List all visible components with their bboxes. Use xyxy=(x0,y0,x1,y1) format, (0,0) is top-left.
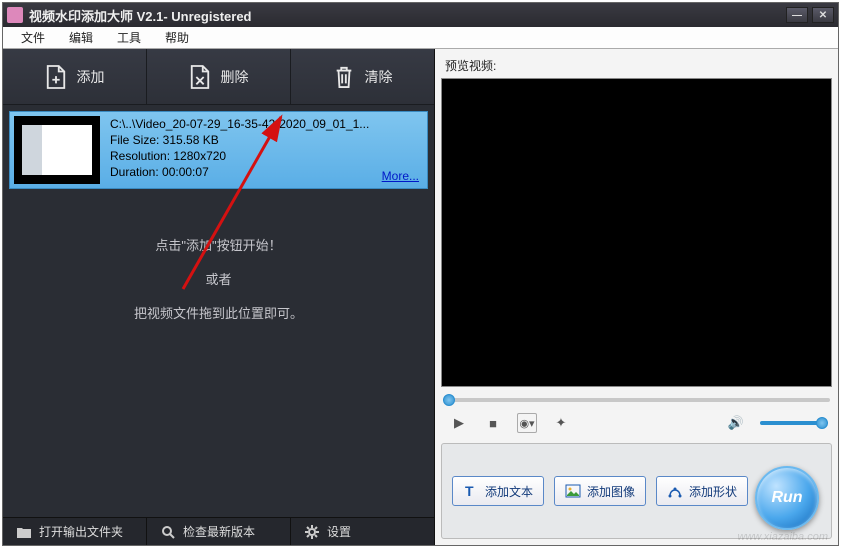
drop-hints: 点击"添加"按钮开始！ 或者 把视频文件拖到此位置即可。 xyxy=(3,229,434,331)
window-title: 视频水印添加大师 V2.1- Unregistered xyxy=(29,6,786,25)
window-buttons: — ✕ xyxy=(786,7,834,23)
file-list[interactable]: C:\..\Video_20-07-29_16-35-42(2020_09_01… xyxy=(3,105,434,517)
clear-button[interactable]: 清除 xyxy=(291,49,434,105)
hint-line-3: 把视频文件拖到此位置即可。 xyxy=(3,297,434,331)
settings-label: 设置 xyxy=(327,523,351,540)
site-watermark: www.xiazaiba.com xyxy=(738,531,828,543)
playback-controls: ▶ ■ ◉▾ ✦ 🔊 xyxy=(441,409,832,437)
menu-edit[interactable]: 编辑 xyxy=(57,29,105,46)
app-icon xyxy=(7,7,23,23)
add-text-label: 添加文本 xyxy=(485,483,533,500)
file-size: File Size: 315.58 KB xyxy=(110,132,421,148)
hint-line-2: 或者 xyxy=(3,263,434,297)
volume-slider[interactable] xyxy=(760,421,824,425)
delete-button[interactable]: 删除 xyxy=(147,49,291,105)
right-panel: 预览视频: ▶ ■ ◉▾ ✦ 🔊 T 添加 xyxy=(435,49,838,545)
main-toolbar: 添加 删除 清除 xyxy=(3,49,434,105)
add-button[interactable]: 添加 xyxy=(3,49,147,105)
folder-icon xyxy=(17,526,31,538)
play-button[interactable]: ▶ xyxy=(449,413,469,433)
video-thumbnail xyxy=(14,116,100,184)
timeline[interactable] xyxy=(443,393,830,407)
add-image-label: 添加图像 xyxy=(587,483,635,500)
file-item[interactable]: C:\..\Video_20-07-29_16-35-42(2020_09_01… xyxy=(9,111,428,189)
add-button-label: 添加 xyxy=(77,67,105,87)
delete-file-icon xyxy=(189,64,211,90)
gear-icon xyxy=(305,525,319,539)
preview-label: 预览视频: xyxy=(441,55,832,78)
settings-button[interactable]: 设置 xyxy=(291,518,434,545)
stop-button[interactable]: ■ xyxy=(483,413,503,433)
add-shape-label: 添加形状 xyxy=(689,483,737,500)
delete-button-label: 删除 xyxy=(221,67,249,87)
menubar: 文件 编辑 工具 帮助 xyxy=(3,27,838,49)
menu-help[interactable]: 帮助 xyxy=(153,29,201,46)
add-shape-button[interactable]: 添加形状 xyxy=(656,476,748,506)
hint-line-1: 点击"添加"按钮开始！ xyxy=(3,229,434,263)
trash-icon xyxy=(333,64,355,90)
clear-button-label: 清除 xyxy=(365,67,393,87)
open-output-label: 打开输出文件夹 xyxy=(39,523,123,540)
watermark-panel: T 添加文本 添加图像 添加形状 Run xyxy=(441,443,832,539)
check-update-label: 检查最新版本 xyxy=(183,523,255,540)
menu-tools[interactable]: 工具 xyxy=(105,29,153,46)
menu-file[interactable]: 文件 xyxy=(9,29,57,46)
check-update-button[interactable]: 检查最新版本 xyxy=(147,518,291,545)
content-area: 添加 删除 清除 C:\..\Video_20-07-29_1 xyxy=(3,49,838,545)
open-output-button[interactable]: 打开输出文件夹 xyxy=(3,518,147,545)
add-file-icon xyxy=(45,64,67,90)
timeline-track[interactable] xyxy=(443,398,830,402)
image-icon xyxy=(565,483,581,499)
text-icon: T xyxy=(463,483,479,499)
svg-text:T: T xyxy=(465,483,474,499)
file-metadata: C:\..\Video_20-07-29_16-35-42(2020_09_01… xyxy=(104,112,427,188)
add-text-button[interactable]: T 添加文本 xyxy=(452,476,544,506)
titlebar: 视频水印添加大师 V2.1- Unregistered — ✕ xyxy=(3,3,838,27)
file-resolution: Resolution: 1280x720 xyxy=(110,148,421,164)
more-link[interactable]: More... xyxy=(382,168,419,184)
left-panel: 添加 删除 清除 C:\..\Video_20-07-29_1 xyxy=(3,49,435,545)
file-path: C:\..\Video_20-07-29_16-35-42(2020_09_01… xyxy=(110,116,421,132)
search-icon xyxy=(161,525,175,539)
preview-area xyxy=(441,78,832,387)
volume-icon[interactable]: 🔊 xyxy=(726,413,746,433)
run-button[interactable]: Run xyxy=(755,466,819,530)
file-duration: Duration: 00:00:07 xyxy=(110,164,421,180)
add-image-button[interactable]: 添加图像 xyxy=(554,476,646,506)
bottom-bar: 打开输出文件夹 检查最新版本 设置 xyxy=(3,517,434,545)
close-button[interactable]: ✕ xyxy=(812,7,834,23)
volume-thumb[interactable] xyxy=(816,417,828,429)
timeline-thumb[interactable] xyxy=(443,394,455,406)
effects-button[interactable]: ✦ xyxy=(551,413,571,433)
minimize-button[interactable]: — xyxy=(786,7,808,23)
shape-icon xyxy=(667,483,683,499)
app-window: 视频水印添加大师 V2.1- Unregistered — ✕ 文件 编辑 工具… xyxy=(2,2,839,546)
snapshot-button[interactable]: ◉▾ xyxy=(517,413,537,433)
run-button-label: Run xyxy=(771,489,802,507)
